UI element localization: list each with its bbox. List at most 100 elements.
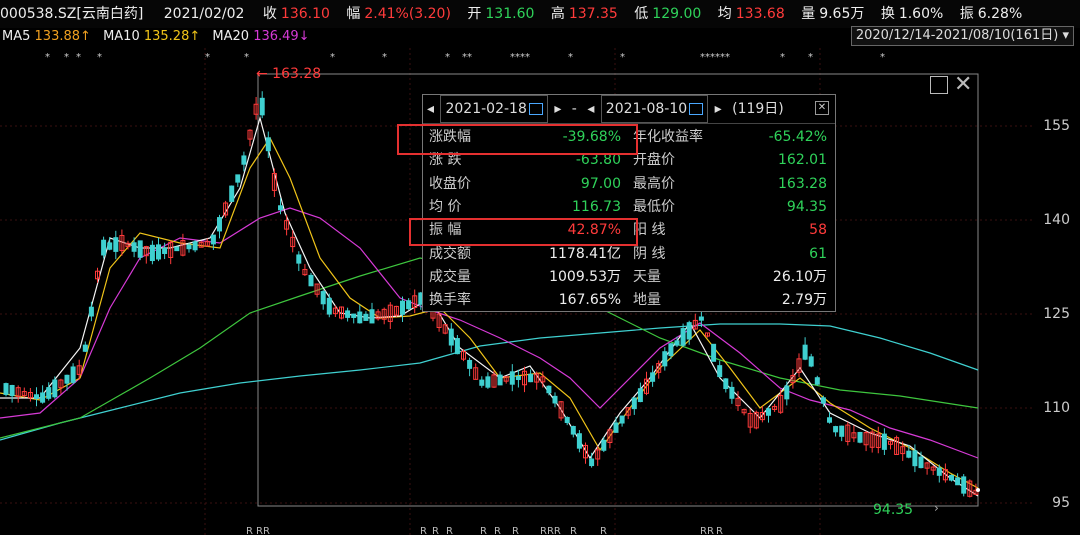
prev-end-icon[interactable]: ◂ (587, 101, 594, 117)
candle-body (229, 185, 235, 202)
stat-label: 地量 (633, 292, 661, 309)
candle-body (912, 450, 918, 467)
candle-body (668, 343, 674, 357)
candle-body (241, 155, 247, 165)
candle-body (723, 378, 729, 390)
stat-label: 收盘价 (429, 175, 471, 192)
stats-row: 收盘价 97.00 最高价 163.28 (423, 173, 833, 196)
date-separator: - (571, 101, 577, 117)
candle-body (174, 246, 180, 252)
candle-body (827, 417, 832, 423)
stat-value: 2.79万 (781, 292, 827, 309)
stat-label: 成交量 (429, 268, 471, 285)
stat-value: 163.28 (778, 175, 827, 192)
next-start-icon[interactable]: ▸ (554, 101, 561, 117)
candle-body (454, 338, 460, 355)
stat-value: 1009.53万 (549, 268, 621, 285)
bottom-marker: R (494, 526, 501, 535)
candle-body (34, 394, 39, 399)
close-icon[interactable]: ✕ (954, 72, 972, 97)
candle-body (485, 376, 491, 388)
candle-body (259, 97, 265, 116)
stat-label: 年化收益率 (633, 129, 703, 145)
stats-row: 均 价 116.73 最低价 94.35 (423, 196, 833, 219)
candle-body (674, 340, 680, 346)
candle-body (406, 300, 412, 310)
candle-body (857, 431, 863, 443)
change-label: 幅 (346, 6, 361, 22)
candle-body (711, 343, 717, 362)
date-range-selector[interactable]: 2020/12/14-2021/08/10(161日) ▾ (850, 26, 1074, 46)
stat-label: 最高价 (633, 175, 675, 192)
change-value: 2.41%(3.20) (364, 6, 451, 22)
candle-body (961, 476, 967, 494)
candle-body (509, 371, 515, 385)
candle-body (766, 408, 771, 416)
stock-code-name[interactable]: 000538.SZ[云南白药] (0, 6, 143, 22)
candle-body (949, 474, 954, 481)
candle-body (784, 385, 790, 400)
candle-body (936, 467, 942, 476)
candle-body (955, 477, 961, 486)
stats-row: 换手率 167.65% 地量 2.79万 (423, 289, 833, 312)
candle-body (686, 322, 692, 340)
avg-value: 133.68 (735, 6, 785, 22)
event-marker: * (382, 52, 387, 63)
candle-body (802, 344, 808, 360)
turnover-label: 换 (880, 6, 895, 22)
event-marker: * (808, 52, 813, 63)
stat-value: -65.42% (768, 129, 827, 145)
candle-body (357, 311, 363, 324)
end-date-field[interactable]: 2021-08-10 (600, 95, 709, 123)
candle-body (149, 244, 155, 262)
calendar-icon[interactable] (689, 103, 704, 115)
candle-body (552, 395, 558, 404)
y-tick-140: 140 (1043, 212, 1070, 228)
ma20-label: MA20 (212, 29, 250, 44)
candle-body (156, 244, 161, 260)
candle-body (137, 240, 143, 258)
amplitude-label: 振 (959, 6, 974, 22)
calendar-icon[interactable] (528, 103, 543, 115)
maximize-icon[interactable] (930, 76, 948, 94)
candle-body (186, 244, 192, 250)
prev-start-icon[interactable]: ◂ (427, 101, 434, 117)
volume-label: 量 (801, 6, 816, 22)
event-marker: **** (510, 52, 530, 63)
candle-body (576, 433, 582, 449)
candle-body (345, 310, 351, 318)
candle-body (70, 366, 76, 383)
bottom-marker: R (432, 526, 439, 535)
next-end-icon[interactable]: ▸ (715, 101, 722, 117)
candle-body (265, 137, 271, 152)
candle-body (662, 351, 668, 367)
candle-body (308, 274, 314, 287)
event-marker: * (568, 52, 573, 63)
bottom-marker: RR (256, 526, 270, 535)
candle-body (326, 297, 332, 315)
highlight-amplitude (409, 218, 638, 246)
candle-body (570, 425, 576, 435)
day-count: (119日) (732, 101, 784, 117)
candle-body (631, 397, 637, 410)
candle-body (296, 254, 302, 264)
quote-header: 000538.SZ[云南白药] 2021/02/02 收 136.10 幅 2.41… (0, 0, 1080, 28)
open-value: 131.60 (485, 6, 535, 22)
amplitude-value: 6.28% (977, 6, 1023, 22)
candle-body (448, 328, 454, 346)
bottom-marker: R (420, 526, 427, 535)
bottom-marker: R (512, 526, 519, 535)
bottom-marker: RR (700, 526, 714, 535)
event-marker: * (620, 52, 625, 63)
stats-row: 成交量 1009.53万 天量 26.10万 (423, 266, 833, 289)
candle-body (479, 379, 485, 386)
candle-body (729, 386, 735, 399)
candle-body (717, 365, 723, 378)
quote-date: 2021/02/02 (163, 6, 245, 22)
ma20-value: 136.49↓ (253, 29, 310, 44)
close-icon[interactable]: ✕ (815, 101, 829, 115)
candle-body (278, 205, 283, 211)
start-date-field[interactable]: 2021-02-18 (440, 95, 548, 123)
high-value: 137.35 (568, 6, 618, 22)
candle-body (113, 237, 119, 252)
